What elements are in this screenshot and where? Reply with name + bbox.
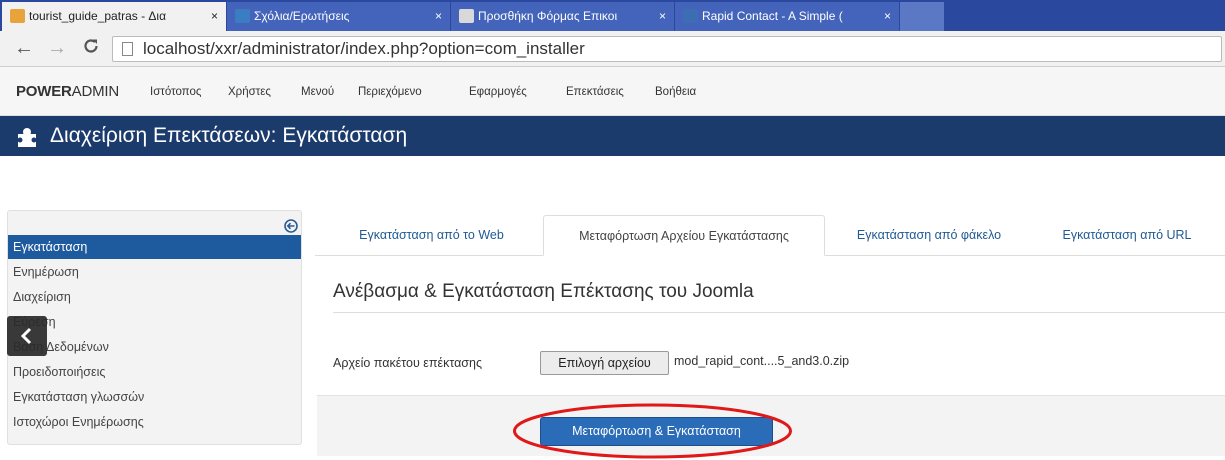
browser-tab-title: Προσθήκη Φόρμας Επικοι [478, 9, 618, 23]
reload-icon[interactable] [82, 37, 100, 60]
sidebar-item-install-languages[interactable]: Εγκατάσταση γλωσσών [8, 385, 301, 409]
section-heading: Ανέβασμα & Εγκατάσταση Επέκτασης του Joo… [333, 281, 754, 302]
puzzle-icon [17, 128, 37, 147]
brand-logo[interactable]: POWERADMIN [16, 83, 119, 100]
browser-tab-add-contact-form[interactable]: Προσθήκη Φόρμας Επικοι × [451, 2, 674, 31]
sidebar-item-warnings[interactable]: Προειδοποιήσεις [8, 360, 301, 384]
new-tab-button[interactable] [900, 2, 944, 31]
menu-item-content[interactable]: Περιεχόμενο [358, 86, 422, 98]
page-title-bar: Διαχείριση Επεκτάσεων: Εγκατάσταση [0, 116, 1225, 156]
menu-item-extensions[interactable]: Επεκτάσεις [566, 86, 624, 98]
browser-tab-rapid-contact[interactable]: Rapid Contact - A Simple ( × [675, 2, 899, 31]
page-title: Διαχείριση Επεκτάσεων: Εγκατάσταση [50, 124, 408, 147]
url-text: localhost/xxr/administrator/index.php?op… [143, 39, 585, 58]
chevron-left-icon [20, 327, 32, 345]
page-icon [459, 9, 474, 23]
browser-toolbar: ← → localhost/xxr/administrator/index.ph… [0, 31, 1225, 67]
rapid-icon [683, 9, 698, 23]
tab-upload-package[interactable]: Μεταφόρτωση Αρχείου Εγκατάστασης [543, 215, 825, 256]
sidebar-item-database[interactable]: Βάση Δεδομένων [8, 335, 301, 359]
browser-tab-title: tourist_guide_patras - Δια [29, 9, 167, 23]
joomla-icon [10, 9, 25, 23]
close-icon[interactable]: × [211, 2, 218, 30]
address-bar[interactable]: localhost/xxr/administrator/index.php?op… [112, 36, 1222, 62]
circle-arrow-left-icon[interactable] [284, 219, 298, 233]
slide-prev-button[interactable] [7, 316, 47, 356]
joomla-icon [235, 9, 250, 23]
page-icon [122, 42, 133, 56]
admin-menu-bar: POWERADMIN Ιστότοπος Χρήστες Μενού Περιε… [0, 67, 1225, 116]
sidebar-item-discover[interactable]: Εύρεση [8, 310, 301, 334]
installer-tabs: Εγκατάσταση από το Web Μεταφόρτωση Αρχεί… [315, 215, 1225, 256]
tab-install-from-folder[interactable]: Εγκατάσταση από φάκελο [834, 215, 1024, 256]
highlight-ellipse [513, 403, 792, 459]
close-icon[interactable]: × [659, 2, 666, 30]
sidebar-item-update[interactable]: Ενημέρωση [8, 260, 301, 284]
tab-install-from-url[interactable]: Εγκατάσταση από URL [1042, 215, 1212, 256]
browser-tab-strip: tourist_guide_patras - Δια × Σχόλια/Ερωτ… [0, 0, 1225, 31]
menu-item-menus[interactable]: Μενού [301, 86, 334, 98]
browser-tab-comments[interactable]: Σχόλια/Ερωτήσεις × [227, 2, 450, 31]
divider [333, 312, 1225, 313]
forward-arrow-icon[interactable]: → [47, 37, 67, 59]
choose-file-button[interactable]: Επιλογή αρχείου [540, 351, 669, 375]
selected-file-name: mod_rapid_cont....5_and3.0.zip [674, 354, 850, 368]
menu-item-users[interactable]: Χρήστες [228, 86, 271, 98]
browser-tab-title: Rapid Contact - A Simple ( [702, 9, 843, 23]
sidebar: Εγκατάσταση Ενημέρωση Διαχείριση Εύρεση … [7, 210, 302, 445]
brand-bold: POWER [16, 83, 72, 100]
brand-rest: ADMIN [71, 83, 120, 100]
menu-item-components[interactable]: Εφαρμογές [469, 86, 527, 98]
sidebar-item-manage[interactable]: Διαχείριση [8, 285, 301, 309]
sidebar-item-update-sites[interactable]: Ιστοχώροι Ενημέρωσης [8, 410, 301, 434]
close-icon[interactable]: × [884, 2, 891, 30]
close-icon[interactable]: × [435, 2, 442, 30]
browser-tab-title: Σχόλια/Ερωτήσεις [254, 9, 350, 23]
browser-tab-tourist-guide[interactable]: tourist_guide_patras - Δια × [2, 2, 226, 31]
menu-item-site[interactable]: Ιστότοπος [150, 86, 201, 98]
tab-install-from-web[interactable]: Εγκατάσταση από το Web [328, 215, 535, 256]
sidebar-item-install[interactable]: Εγκατάσταση [8, 235, 301, 259]
back-arrow-icon[interactable]: ← [14, 37, 34, 59]
package-file-label: Αρχείο πακέτου επέκτασης [333, 356, 482, 370]
menu-item-help[interactable]: Βοήθεια [655, 86, 696, 98]
